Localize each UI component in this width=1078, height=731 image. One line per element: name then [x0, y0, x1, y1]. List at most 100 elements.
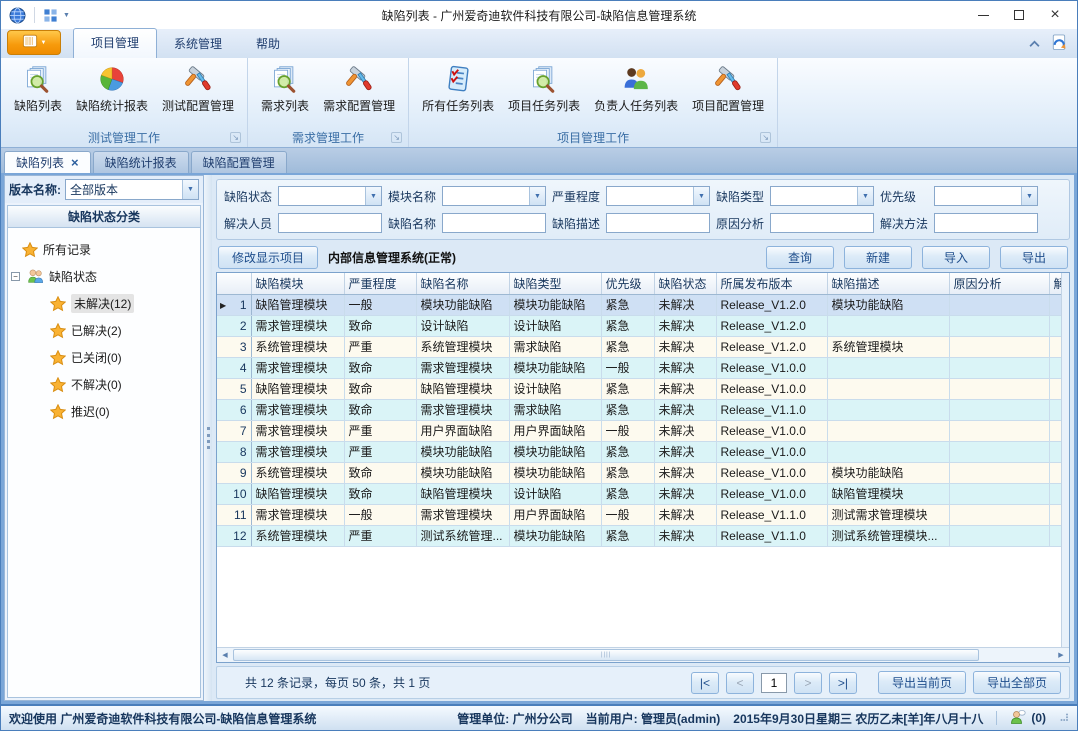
table-cell[interactable]: 缺陷管理模块 — [251, 483, 344, 504]
table-cell[interactable]: 测试系统管理... — [416, 525, 509, 546]
table-cell[interactable]: 模块功能缺陷 — [509, 294, 601, 315]
tree-item-3[interactable]: 已解决(2) — [10, 317, 198, 344]
table-cell[interactable] — [827, 441, 949, 462]
table-cell[interactable]: Release_V1.2.0 — [716, 294, 827, 315]
defect-type-dropdown[interactable]: ▼ — [770, 186, 874, 206]
table-cell[interactable]: 紧急 — [601, 315, 654, 336]
scroll-left-icon[interactable]: ◀ — [217, 651, 233, 659]
row-indicator-cell[interactable]: 11 — [217, 504, 251, 525]
table-cell[interactable]: 紧急 — [601, 378, 654, 399]
column-header[interactable]: 缺陷描述 — [827, 273, 949, 294]
table-cell[interactable] — [949, 420, 1049, 441]
table-cell[interactable]: 设计缺陷 — [509, 483, 601, 504]
all-tasks-button[interactable]: 所有任务列表 — [415, 61, 501, 116]
row-indicator-cell[interactable]: 2 — [217, 315, 251, 336]
dialog-launcher-icon[interactable]: ↘ — [391, 132, 402, 143]
table-cell[interactable]: Release_V1.0.0 — [716, 483, 827, 504]
version-select[interactable]: 全部版本 ▼ — [65, 179, 199, 200]
column-header[interactable]: 严重程度 — [344, 273, 416, 294]
solution-input[interactable] — [934, 213, 1038, 233]
table-row[interactable]: 2需求管理模块致命设计缺陷设计缺陷紧急未解决Release_V1.2.0 — [217, 315, 1069, 336]
table-cell[interactable]: 未解决 — [654, 336, 716, 357]
table-cell[interactable]: Release_V1.0.0 — [716, 420, 827, 441]
row-indicator-cell[interactable]: 10 — [217, 483, 251, 504]
table-cell[interactable]: 一般 — [344, 294, 416, 315]
table-cell[interactable] — [949, 504, 1049, 525]
table-cell[interactable]: 设计缺陷 — [416, 315, 509, 336]
table-cell[interactable]: 未解决 — [654, 357, 716, 378]
project-tasks-button[interactable]: 项目任务列表 — [501, 61, 587, 116]
table-row[interactable]: ▶1缺陷管理模块一般模块功能缺陷模块功能缺陷紧急未解决Release_V1.2.… — [217, 294, 1069, 315]
table-cell[interactable] — [949, 336, 1049, 357]
table-cell[interactable]: 致命 — [344, 315, 416, 336]
table-cell[interactable]: 需求管理模块 — [251, 504, 344, 525]
row-indicator-cell[interactable]: 8 — [217, 441, 251, 462]
table-cell[interactable] — [949, 378, 1049, 399]
table-cell[interactable]: 致命 — [344, 399, 416, 420]
column-header[interactable]: 缺陷模块 — [251, 273, 344, 294]
row-indicator-cell[interactable]: 7 — [217, 420, 251, 441]
dialog-launcher-icon[interactable]: ↘ — [760, 132, 771, 143]
table-cell[interactable]: 未解决 — [654, 294, 716, 315]
table-cell[interactable]: 紧急 — [601, 441, 654, 462]
table-cell[interactable]: 缺陷管理模块 — [416, 483, 509, 504]
table-cell[interactable]: 严重 — [344, 441, 416, 462]
column-header[interactable]: 缺陷类型 — [509, 273, 601, 294]
table-cell[interactable]: 严重 — [344, 420, 416, 441]
chevron-down-icon[interactable]: ▼ — [529, 187, 545, 205]
vertical-scrollbar[interactable] — [1061, 273, 1069, 647]
test-config-button[interactable]: 测试配置管理 — [155, 61, 241, 116]
prev-page-button[interactable]: < — [726, 672, 754, 694]
help-icon[interactable] — [1050, 34, 1067, 54]
close-tab-icon[interactable]: × — [71, 157, 79, 169]
table-cell[interactable]: 致命 — [344, 357, 416, 378]
defect-stats-report-button[interactable]: 缺陷统计报表 — [69, 61, 155, 116]
table-cell[interactable]: 系统管理模块 — [416, 336, 509, 357]
online-user-icon[interactable] — [1010, 709, 1026, 728]
table-cell[interactable]: Release_V1.0.0 — [716, 441, 827, 462]
horizontal-scrollbar[interactable]: ◀ |||| ▶ — [217, 647, 1069, 662]
table-cell[interactable]: 致命 — [344, 378, 416, 399]
table-cell[interactable]: 一般 — [601, 357, 654, 378]
dialog-launcher-icon[interactable]: ↘ — [230, 132, 241, 143]
table-cell[interactable] — [827, 420, 949, 441]
row-indicator-cell[interactable]: 3 — [217, 336, 251, 357]
column-header[interactable]: 缺陷名称 — [416, 273, 509, 294]
sidebar-splitter[interactable] — [204, 175, 212, 701]
table-cell[interactable]: Release_V1.0.0 — [716, 462, 827, 483]
table-cell[interactable]: Release_V1.0.0 — [716, 378, 827, 399]
table-cell[interactable]: 测试需求管理模块 — [827, 504, 949, 525]
table-cell[interactable] — [827, 357, 949, 378]
table-cell[interactable] — [949, 525, 1049, 546]
export-current-page-button[interactable]: 导出当前页 — [878, 671, 966, 694]
table-cell[interactable]: 一般 — [601, 504, 654, 525]
chevron-down-icon[interactable]: ▼ — [693, 187, 709, 205]
table-cell[interactable]: 严重 — [344, 336, 416, 357]
table-cell[interactable]: 需求管理模块 — [251, 441, 344, 462]
table-cell[interactable]: 未解决 — [654, 399, 716, 420]
first-page-button[interactable]: |< — [691, 672, 719, 694]
defect-status-dropdown[interactable]: ▼ — [278, 186, 382, 206]
table-cell[interactable]: 需求管理模块 — [251, 315, 344, 336]
table-cell[interactable]: 需求管理模块 — [251, 420, 344, 441]
table-cell[interactable]: Release_V1.1.0 — [716, 504, 827, 525]
table-cell[interactable]: 紧急 — [601, 336, 654, 357]
import-button[interactable]: 导入 — [922, 246, 990, 269]
owner-tasks-button[interactable]: 负责人任务列表 — [587, 61, 685, 116]
table-cell[interactable]: 未解决 — [654, 441, 716, 462]
table-cell[interactable]: 未解决 — [654, 525, 716, 546]
table-cell[interactable]: 未解决 — [654, 483, 716, 504]
row-indicator-cell[interactable]: 12 — [217, 525, 251, 546]
tree-item-5[interactable]: 不解决(0) — [10, 371, 198, 398]
row-indicator-cell[interactable]: ▶1 — [217, 294, 251, 315]
tree-item-6[interactable]: 推迟(0) — [10, 398, 198, 425]
tree-item-2[interactable]: 未解决(12) — [10, 290, 198, 317]
export-all-pages-button[interactable]: 导出全部页 — [973, 671, 1061, 694]
scrollbar-thumb[interactable]: |||| — [233, 649, 979, 661]
table-cell[interactable]: 紧急 — [601, 483, 654, 504]
requirement-list-button[interactable]: 需求列表 — [254, 61, 316, 116]
table-cell[interactable]: 未解决 — [654, 504, 716, 525]
table-cell[interactable] — [827, 378, 949, 399]
table-cell[interactable]: 用户界面缺陷 — [416, 420, 509, 441]
table-row[interactable]: 9系统管理模块致命模块功能缺陷模块功能缺陷紧急未解决Release_V1.0.0… — [217, 462, 1069, 483]
